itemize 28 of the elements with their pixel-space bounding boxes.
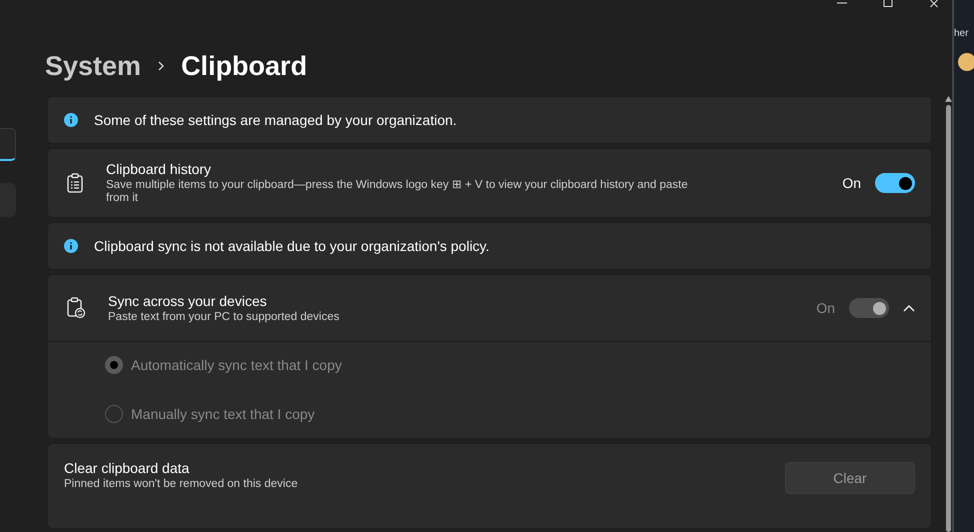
scrollbar[interactable] [944, 96, 952, 532]
setting-title: Sync across your devices [108, 292, 268, 308]
toggle-state-label: On [816, 300, 835, 316]
info-icon [64, 239, 78, 253]
scroll-up-icon[interactable] [944, 96, 952, 102]
setting-description: Pinned items won't be removed on this device [64, 478, 299, 491]
info-icon [64, 113, 78, 127]
page-title: Clipboard [181, 50, 308, 82]
clipboard-icon [66, 173, 84, 193]
setting-description: Paste text from your PC to supported devices [108, 310, 340, 324]
maximize-icon[interactable] [882, 0, 894, 8]
toggle-state-label: On [842, 175, 861, 191]
window-text: her [954, 28, 970, 39]
setting-title: Clear clipboard data [64, 460, 190, 476]
close-icon[interactable] [928, 0, 940, 8]
info-text: Some of these settings are managed by your organization. [94, 112, 457, 128]
radio-label: Manually sync text that I copy [131, 406, 315, 422]
search-field[interactable] [0, 128, 16, 161]
avatar [958, 53, 974, 71]
setting-description: Save multiple items to your clipboard—press the Windows logo key ⊞ + V to view your clipboard history and paste from it [106, 179, 689, 205]
breadcrumb-link[interactable]: System [45, 50, 142, 82]
setting-title: Clipboard history [106, 161, 212, 177]
chevron-right-icon [157, 60, 166, 72]
clear-button[interactable]: Clear [785, 462, 915, 494]
toggle-switch[interactable] [875, 173, 915, 193]
radio-label: Automatically sync text that I copy [131, 356, 342, 372]
clipboard-sync-icon [66, 297, 86, 319]
info-text: Clipboard sync is not available due to your organization's policy. [94, 238, 490, 254]
